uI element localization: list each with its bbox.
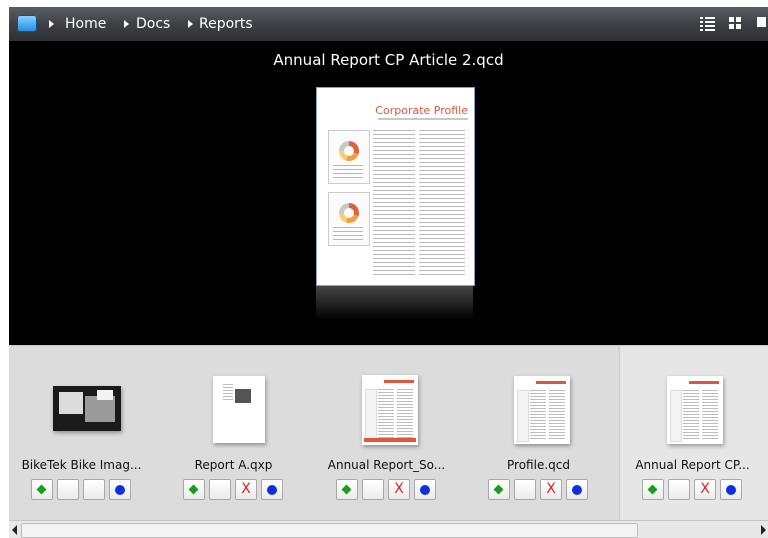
- preview-title: Annual Report CP Article 2.qcd: [273, 51, 504, 69]
- empty-button[interactable]: [209, 479, 231, 500]
- x-icon: X: [241, 481, 251, 497]
- chart-box: [328, 192, 370, 246]
- title-bar: Home Docs Reports: [9, 7, 768, 41]
- scrollbar-thumb[interactable]: [21, 523, 638, 538]
- diamond-icon: [493, 484, 504, 495]
- card-label: Profile.qcd: [507, 458, 570, 472]
- document-reflection: [316, 286, 473, 320]
- blue-dot-icon: [420, 485, 430, 495]
- add-button[interactable]: [336, 479, 358, 500]
- dot-button[interactable]: [414, 479, 436, 500]
- gallery-card[interactable]: Profile.qcd X: [466, 346, 611, 521]
- card-label: Annual Report_So...: [327, 458, 446, 472]
- document-thumbnail[interactable]: [213, 376, 265, 443]
- diamond-icon: [36, 484, 47, 495]
- gallery-card[interactable]: Annual Report_So... X: [314, 346, 459, 521]
- text-column: [419, 130, 465, 278]
- breadcrumb-separator-icon[interactable]: [188, 20, 193, 28]
- x-icon: X: [394, 481, 404, 497]
- gallery-card-selected[interactable]: Annual Report CP... X: [619, 346, 768, 521]
- remove-button[interactable]: X: [694, 479, 716, 500]
- document-thumbnail[interactable]: [362, 375, 418, 445]
- diamond-icon: [647, 484, 658, 495]
- document-thumbnail[interactable]: [667, 376, 723, 444]
- empty-button[interactable]: [514, 479, 536, 500]
- donut-chart-icon: [339, 141, 359, 161]
- document-preview[interactable]: Corporate Profile: [316, 87, 475, 286]
- horizontal-scrollbar[interactable]: [9, 520, 768, 538]
- empty-button[interactable]: [83, 479, 105, 500]
- breadcrumb-reports[interactable]: Reports: [199, 16, 253, 32]
- blue-dot-icon: [726, 485, 736, 495]
- dot-button[interactable]: [566, 479, 588, 500]
- remove-button[interactable]: X: [540, 479, 562, 500]
- remove-button[interactable]: X: [235, 479, 257, 500]
- breadcrumb-separator-icon[interactable]: [49, 20, 54, 28]
- doc-heading: Corporate Profile: [375, 104, 468, 117]
- card-label: Annual Report CP...: [635, 458, 750, 472]
- thumbnail-gallery: BikeTek Bike Imag... Report A.qxp X Annu…: [9, 345, 768, 538]
- remove-button[interactable]: X: [388, 479, 410, 500]
- card-label: Report A.qxp: [194, 458, 273, 472]
- document-thumbnail[interactable]: [514, 376, 570, 444]
- add-button[interactable]: [488, 479, 510, 500]
- diamond-icon: [188, 484, 199, 495]
- x-icon: X: [546, 481, 556, 497]
- scroll-right-icon[interactable]: [761, 525, 766, 535]
- list-view-icon[interactable]: [700, 17, 715, 31]
- grid-view-icon[interactable]: [729, 17, 742, 30]
- empty-button[interactable]: [57, 479, 79, 500]
- diamond-icon: [341, 484, 352, 495]
- breadcrumb-home[interactable]: Home: [65, 16, 106, 32]
- text-lines: [333, 227, 363, 241]
- empty-button[interactable]: [668, 479, 690, 500]
- blue-dot-icon: [572, 485, 582, 495]
- donut-chart-icon: [339, 203, 359, 223]
- app-window: Home Docs Reports Annual Report CP Artic…: [9, 7, 768, 538]
- text-lines: [333, 165, 363, 179]
- gallery-card[interactable]: BikeTek Bike Imag...: [9, 346, 154, 521]
- scroll-left-icon[interactable]: [12, 525, 17, 535]
- blue-dot-icon: [267, 485, 277, 495]
- x-icon: X: [700, 481, 710, 497]
- blue-dot-icon: [115, 485, 125, 495]
- gallery-card[interactable]: Report A.qxp X: [161, 346, 306, 521]
- empty-button[interactable]: [362, 479, 384, 500]
- text-column: [373, 130, 415, 278]
- dot-button[interactable]: [109, 479, 131, 500]
- image-thumbnail[interactable]: [53, 386, 121, 431]
- breadcrumb-separator-icon[interactable]: [124, 20, 129, 28]
- add-button[interactable]: [183, 479, 205, 500]
- monitor-icon[interactable]: [757, 17, 766, 27]
- dot-button[interactable]: [261, 479, 283, 500]
- add-button[interactable]: [31, 479, 53, 500]
- card-label: BikeTek Bike Imag...: [21, 458, 142, 472]
- add-button[interactable]: [642, 479, 664, 500]
- doc-subheading-line: [378, 118, 468, 120]
- dot-button[interactable]: [720, 479, 742, 500]
- breadcrumb-docs[interactable]: Docs: [136, 16, 170, 32]
- chart-box: [328, 130, 370, 184]
- app-icon[interactable]: [17, 15, 37, 32]
